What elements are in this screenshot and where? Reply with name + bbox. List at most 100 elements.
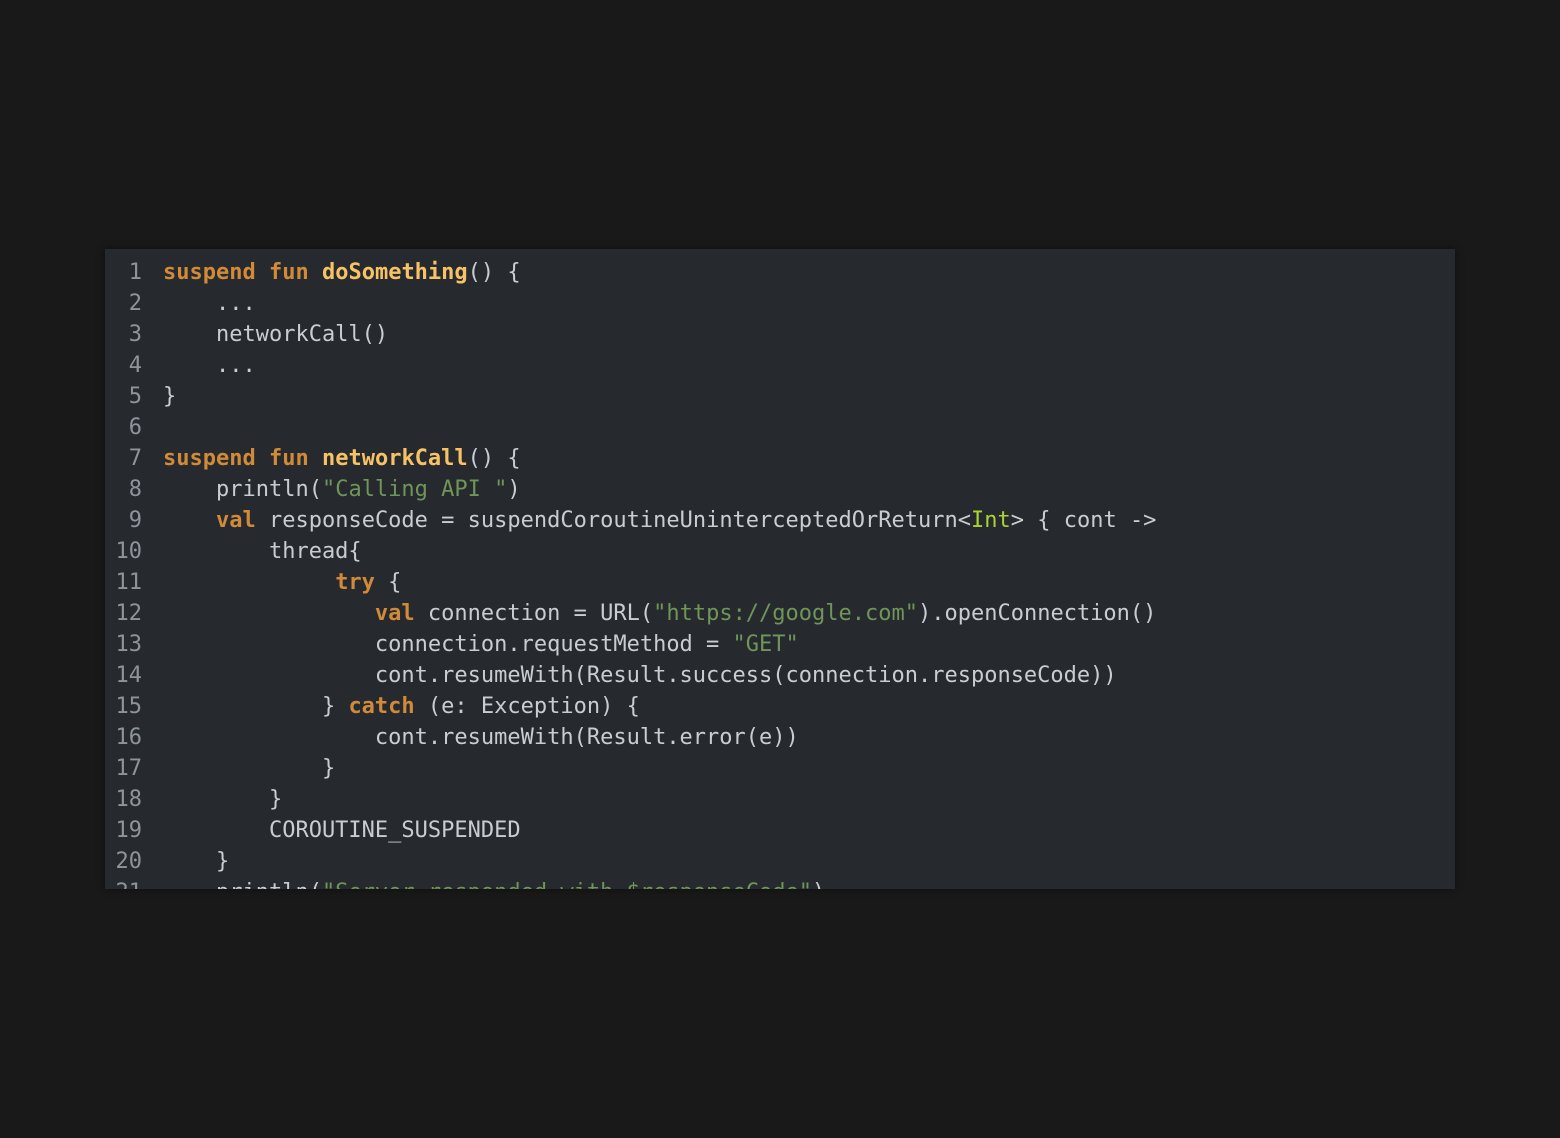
gutter-gap	[142, 288, 163, 319]
code-token: ).openConnection()	[918, 601, 1157, 626]
code-token: {	[374, 570, 402, 595]
code-editor-panel[interactable]: 1 suspend fun doSomething() {2 ... 3 netwo…	[105, 249, 1455, 889]
function-name-token: doSomething	[321, 260, 468, 285]
code-token: )	[507, 477, 521, 502]
gutter-gap	[142, 505, 163, 536]
gutter-gap	[142, 784, 163, 815]
keyword-token: suspend	[163, 260, 256, 285]
line-number: 2	[128, 291, 142, 316]
line-number: 19	[115, 818, 143, 843]
line-number: 18	[115, 787, 143, 812]
code-line: 18 }	[105, 784, 1455, 815]
code-line: 3 networkCall()	[105, 319, 1455, 350]
code-token: println(	[163, 880, 322, 889]
gutter-gap	[142, 536, 163, 567]
code-line: 7 suspend fun networkCall() {	[105, 443, 1455, 474]
function-name-token: networkCall	[321, 446, 468, 471]
line-number: 8	[128, 477, 142, 502]
line-number: 21	[105, 877, 143, 889]
code-token: cont.resumeWith(Result.error(e))	[163, 725, 799, 750]
line-content: COROUTINE_SUSPENDED	[163, 815, 1455, 846]
keyword-token: val	[215, 508, 256, 533]
gutter-gap	[142, 319, 163, 350]
code-token: println(	[163, 477, 322, 502]
line-content: println("Calling API ")	[163, 474, 1455, 505]
line-number: 3	[128, 322, 142, 347]
code-line: 21 println("Server responded with $respo…	[105, 877, 1455, 889]
code-token: connection = URL(	[414, 601, 654, 626]
code-line: 1 suspend fun doSomething() {	[105, 257, 1455, 288]
code-line: 6	[105, 412, 1455, 443]
gutter-gap	[142, 815, 163, 846]
code-token: networkCall()	[163, 322, 389, 347]
line-content: }	[163, 784, 1455, 815]
page: 1 suspend fun doSomething() {2 ... 3 netwo…	[0, 0, 1560, 1138]
line-content: }	[163, 846, 1455, 877]
line-content: ...	[163, 350, 1455, 381]
code-line: 15 } catch (e: Exception) {	[105, 691, 1455, 722]
code-line: 12 val connection = URL("https://google.…	[105, 598, 1455, 629]
keyword-token: catch	[348, 694, 415, 719]
code-line: 17 }	[105, 753, 1455, 784]
gutter-gap	[142, 474, 163, 505]
code-token: )	[812, 880, 825, 889]
code-token: }	[163, 384, 177, 409]
gutter-gap	[142, 691, 163, 722]
line-number: 1	[128, 260, 142, 285]
code-token: }	[163, 849, 230, 874]
code-token: () {	[467, 260, 521, 285]
code-token: > { cont ->	[1010, 508, 1157, 533]
code-line: 20 }	[105, 846, 1455, 877]
code-token: responseCode = suspendCoroutineUninterce…	[255, 508, 971, 533]
line-number: 4	[128, 353, 142, 378]
gutter-gap	[142, 257, 163, 288]
keyword-token: suspend	[163, 446, 256, 471]
line-number: 12	[115, 601, 143, 626]
line-number: 5	[128, 384, 142, 409]
gutter-gap	[142, 846, 163, 877]
code-line: 9 val responseCode = suspendCoroutineUni…	[105, 505, 1455, 536]
gutter-gap	[142, 350, 163, 381]
gutter-gap	[142, 443, 163, 474]
line-content	[163, 412, 1455, 443]
code-token: }	[163, 694, 349, 719]
line-content: cont.resumeWith(Result.success(connectio…	[163, 660, 1455, 691]
line-content: networkCall()	[163, 319, 1455, 350]
code-line: 2 ...	[105, 288, 1455, 319]
keyword-token: val	[374, 601, 415, 626]
code-line: 16 cont.resumeWith(Result.error(e))	[105, 722, 1455, 753]
code-line: 14 cont.resumeWith(Result.success(connec…	[105, 660, 1455, 691]
code-token: ...	[163, 291, 256, 316]
keyword-token: try	[335, 570, 375, 595]
line-content: suspend fun doSomething() {	[163, 257, 1455, 288]
line-content: ...	[163, 288, 1455, 319]
code-token: cont.resumeWith(Result.success(connectio…	[163, 663, 1117, 688]
code-line: 10 thread{	[105, 536, 1455, 567]
gutter-gap	[142, 381, 163, 412]
gutter-gap	[142, 412, 163, 443]
code-line: 19 COROUTINE_SUSPENDED	[105, 815, 1455, 846]
code-line: 11 try {	[105, 567, 1455, 598]
line-content: println("Server responded with $response…	[163, 877, 1455, 889]
code-token: thread{	[163, 539, 362, 564]
code-line: 13 connection.requestMethod = "GET"	[105, 629, 1455, 660]
gutter-gap	[142, 660, 163, 691]
line-number: 16	[115, 725, 143, 750]
code-token: ...	[163, 353, 256, 378]
line-content: }	[163, 381, 1455, 412]
code-token: }	[163, 756, 336, 781]
line-number: 6	[128, 415, 142, 440]
string-token: "Calling API "	[321, 477, 508, 502]
line-content: suspend fun networkCall() {	[163, 443, 1455, 474]
line-number: 7	[128, 446, 142, 471]
line-content: }	[163, 753, 1455, 784]
code-line: 5}	[105, 381, 1455, 412]
line-content: } catch (e: Exception) {	[163, 691, 1455, 722]
line-number: 17	[115, 756, 143, 781]
line-number: 20	[115, 849, 143, 874]
line-number: 10	[115, 539, 143, 564]
